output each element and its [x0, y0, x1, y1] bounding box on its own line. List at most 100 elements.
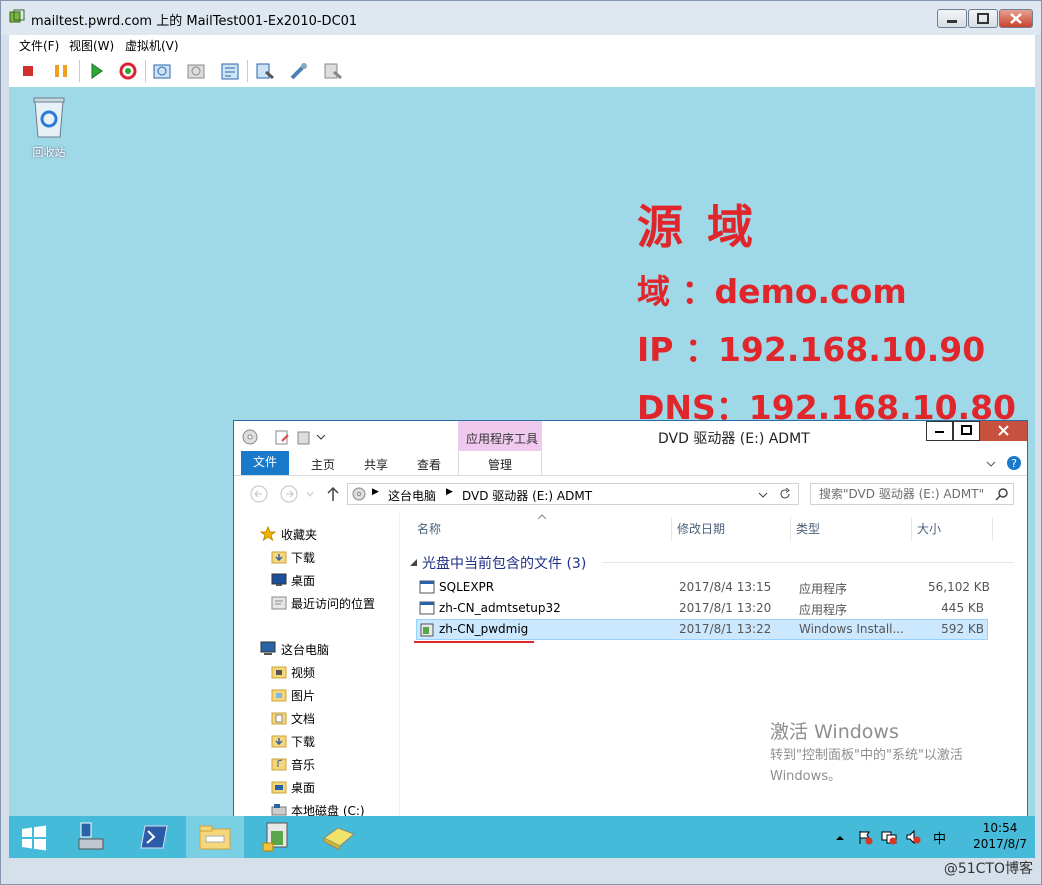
nav-pictures[interactable]: 图片	[291, 687, 315, 704]
close-button[interactable]	[999, 9, 1033, 28]
address-bar[interactable]: ▶ 这台电脑 ▶ DVD 驱动器 (E:) ADMT	[347, 483, 799, 505]
revert-icon[interactable]	[185, 60, 207, 82]
tools-icon[interactable]	[288, 60, 310, 82]
search-input[interactable]: 搜索"DVD 驱动器 (E:) ADMT"	[810, 483, 1014, 505]
forward-icon[interactable]	[280, 485, 298, 503]
menu-view[interactable]: 视图(W)	[69, 37, 114, 54]
tab-manage[interactable]: 管理	[488, 456, 512, 473]
breadcrumb-dvd[interactable]: DVD 驱动器 (E:) ADMT	[462, 487, 592, 504]
group-header[interactable]: 光盘中当前包含的文件 (3)	[422, 553, 586, 573]
ime-indicator[interactable]: 中	[933, 828, 946, 847]
up-icon[interactable]	[326, 486, 340, 502]
file-row[interactable]: zh-CN_admtsetup32 2017/8/1 13:20 应用程序 44…	[416, 598, 988, 619]
tab-file[interactable]: 文件	[241, 451, 289, 475]
context-tab-label: 应用程序工具	[466, 432, 539, 446]
column-name[interactable]: 名称	[412, 517, 672, 541]
column-modified[interactable]: 修改日期	[672, 517, 791, 541]
toolbar-separator	[145, 60, 146, 82]
reset-icon[interactable]	[117, 60, 139, 82]
application-icon	[419, 580, 435, 594]
start-button-icon[interactable]	[21, 825, 47, 851]
nav-fav-recent[interactable]: 最近访问的位置	[291, 595, 375, 612]
stop-icon[interactable]	[17, 60, 39, 82]
properties-icon[interactable]	[274, 429, 290, 445]
group-collapse-icon[interactable]	[409, 558, 418, 567]
tab-share[interactable]: 共享	[364, 456, 388, 473]
new-folder-icon[interactable]	[296, 429, 312, 445]
file-size: 445 KB	[941, 601, 984, 615]
dvd-drive-task[interactable]	[310, 816, 368, 858]
address-dropdown-icon[interactable]	[758, 490, 768, 500]
svg-text:?: ?	[1011, 457, 1017, 470]
wallpaper-heading: 源 域	[637, 200, 758, 254]
snapshot-manager-icon[interactable]	[219, 60, 241, 82]
vm-settings-icon[interactable]	[254, 60, 276, 82]
console-settings-icon[interactable]	[322, 60, 344, 82]
downloads-folder-icon	[271, 551, 287, 564]
minimize-button[interactable]	[937, 9, 967, 28]
file-size: 592 KB	[941, 622, 984, 636]
tab-view[interactable]: 查看	[417, 456, 441, 473]
column-size[interactable]: 大小	[912, 517, 993, 541]
file-size: 56,102 KB	[928, 580, 990, 594]
explorer-close-button[interactable]	[980, 421, 1027, 441]
breadcrumb-this-pc[interactable]: 这台电脑	[388, 487, 436, 504]
quick-access-dropdown-icon[interactable]	[316, 432, 326, 442]
clock[interactable]: 10:54 2017/8/7	[973, 820, 1027, 852]
back-icon[interactable]	[250, 485, 268, 503]
ribbon-expand-icon[interactable]	[986, 459, 996, 469]
nav-music[interactable]: 音乐	[291, 756, 315, 773]
powershell-task[interactable]	[125, 816, 183, 858]
dvd-drive-task-icon	[323, 827, 355, 850]
maximize-button[interactable]	[968, 9, 998, 28]
column-type[interactable]: 类型	[791, 517, 912, 541]
nav-downloads[interactable]: 下载	[291, 733, 315, 750]
server-manager-task[interactable]	[62, 816, 120, 858]
context-tab-header: 应用程序工具	[458, 421, 542, 451]
file-type: 应用程序	[799, 603, 848, 617]
vm-window: mailtest.pwrd.com 上的 MailTest001-Ex2010-…	[0, 0, 1042, 885]
nav-videos[interactable]: 视频	[291, 664, 315, 681]
downloads-folder-icon	[271, 735, 287, 748]
refresh-icon[interactable]	[778, 487, 792, 501]
recycle-bin[interactable]: 回收站	[25, 95, 73, 160]
vm-titlebar: mailtest.pwrd.com 上的 MailTest001-Ex2010-…	[1, 1, 1041, 35]
file-explorer-task[interactable]	[186, 816, 244, 858]
explorer-minimize-button[interactable]	[926, 421, 953, 441]
pause-icon[interactable]	[50, 60, 72, 82]
volume-muted-icon[interactable]	[905, 829, 921, 845]
group-divider	[602, 562, 1014, 563]
nav-documents[interactable]: 文档	[291, 710, 315, 727]
vm-app-icon	[9, 9, 25, 23]
nav-fav-desktop[interactable]: 桌面	[291, 572, 315, 589]
nav-this-pc[interactable]: 这台电脑	[281, 641, 329, 658]
desktop-folder-icon	[271, 781, 287, 794]
action-center-flag-icon[interactable]	[857, 829, 873, 845]
menu-file[interactable]: 文件(F)	[19, 37, 59, 54]
installer-task[interactable]	[249, 816, 307, 858]
nav-desktop[interactable]: 桌面	[291, 779, 315, 796]
start-icon[interactable]	[85, 60, 107, 82]
menu-vm[interactable]: 虚拟机(V)	[125, 37, 179, 54]
activation-line1: 转到"控制面板"中的"系统"以激活	[770, 748, 963, 763]
tab-home[interactable]: 主页	[311, 456, 335, 473]
recent-locations-icon[interactable]	[306, 490, 314, 498]
help-icon[interactable]: ?	[1006, 455, 1022, 471]
file-row-selected[interactable]: zh-CN_pwdmig 2017/8/1 13:22 Windows Inst…	[416, 619, 988, 640]
dvd-drive-icon	[352, 487, 366, 501]
file-name: zh-CN_pwdmig	[439, 622, 529, 636]
address-row: ▶ 这台电脑 ▶ DVD 驱动器 (E:) ADMT 搜索"DVD 驱动器 (E…	[234, 479, 1027, 511]
nav-fav-downloads[interactable]: 下载	[291, 549, 315, 566]
file-row[interactable]: SQLEXPR 2017/8/4 13:15 应用程序 56,102 KB	[416, 577, 990, 598]
network-icon[interactable]	[881, 829, 897, 845]
nav-favorites[interactable]: 收藏夹	[281, 526, 317, 543]
show-hidden-icons-icon[interactable]	[835, 833, 845, 843]
search-icon[interactable]	[995, 487, 1009, 501]
explorer-maximize-button[interactable]	[953, 421, 980, 441]
file-type: Windows Install...	[799, 622, 904, 636]
file-type: 应用程序	[799, 582, 848, 596]
wallpaper-domain: 域 ：demo.com	[637, 272, 907, 311]
breadcrumb-arrow-icon: ▶	[372, 487, 379, 497]
favorites-star-icon	[260, 526, 276, 541]
snapshot-icon[interactable]	[151, 60, 173, 82]
